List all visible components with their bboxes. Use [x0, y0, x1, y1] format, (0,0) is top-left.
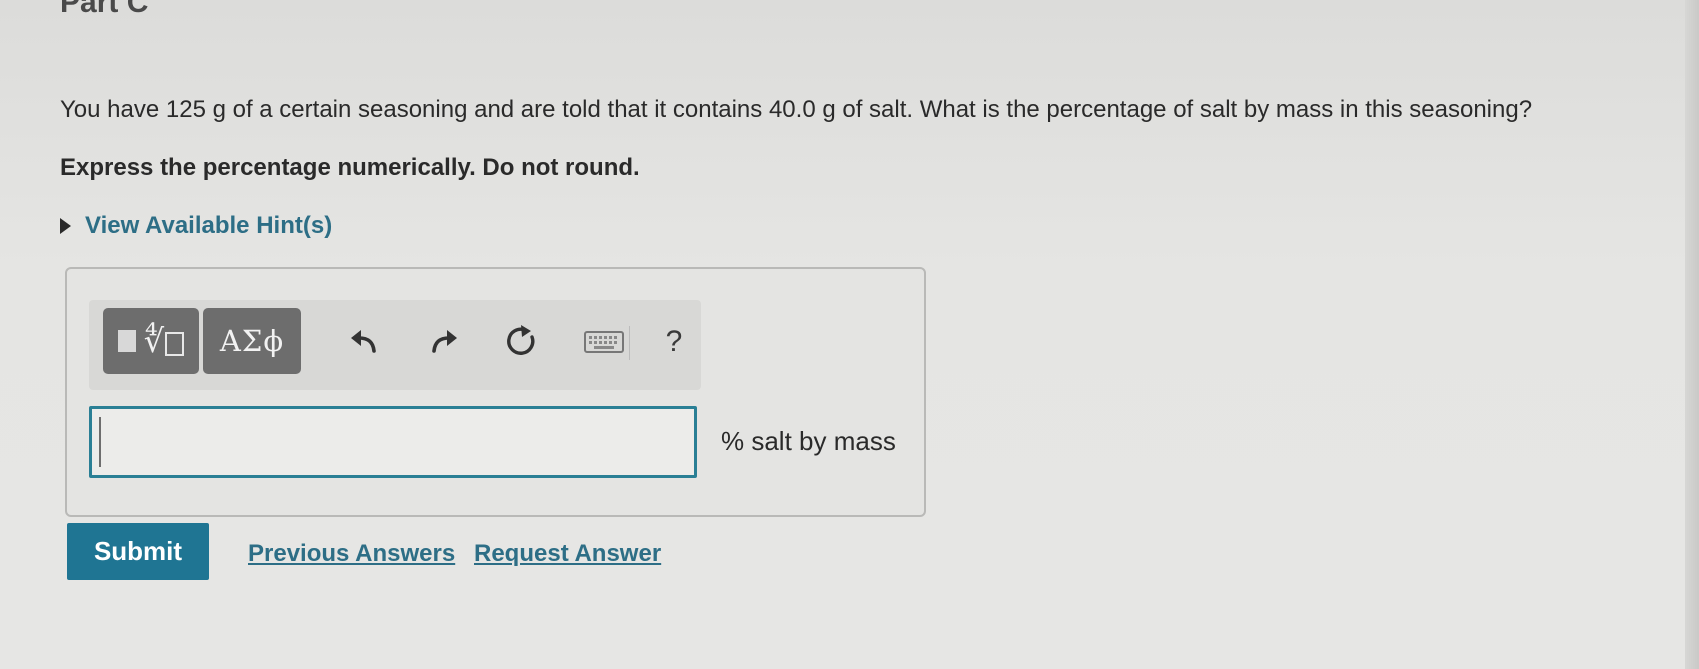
help-button[interactable]: ?	[649, 320, 699, 364]
keyboard-button[interactable]	[579, 320, 629, 364]
help-icon: ?	[665, 325, 683, 358]
view-hints-label: View Available Hint(s)	[85, 212, 333, 239]
greek-symbols-icon: ΑΣϕ	[219, 324, 285, 358]
answer-panel: ∜ ΑΣϕ ? % salt by mass	[65, 267, 926, 517]
answer-units: % salt by mass	[721, 426, 896, 456]
math-toolbar: ∜ ΑΣϕ ?	[89, 300, 701, 390]
undo-icon	[351, 330, 376, 353]
request-answer-link[interactable]: Request Answer	[474, 540, 661, 568]
redo-icon	[432, 330, 457, 353]
screen-edge	[1685, 0, 1699, 669]
keyboard-icon	[584, 331, 624, 353]
reset-button[interactable]	[497, 320, 547, 364]
previous-answers-link[interactable]: Previous Answers	[248, 540, 455, 568]
undo-button[interactable]	[339, 320, 389, 364]
redo-button[interactable]	[419, 320, 469, 364]
question-instruction: Express the percentage numerically. Do n…	[60, 154, 640, 181]
submit-button[interactable]: Submit	[67, 523, 209, 580]
part-title: Part C	[60, 0, 149, 19]
templates-icon: ∜	[117, 322, 185, 360]
view-hints-toggle[interactable]: View Available Hint(s)	[60, 212, 332, 240]
answer-input[interactable]	[89, 406, 697, 478]
caret-right-icon	[60, 218, 71, 234]
greek-symbols-button[interactable]: ΑΣϕ	[203, 308, 301, 374]
toolbar-divider	[629, 326, 630, 360]
reset-icon	[507, 325, 535, 355]
question-text: You have 125 g of a certain seasoning an…	[60, 96, 1533, 123]
templates-button[interactable]: ∜	[103, 308, 199, 374]
text-cursor	[99, 417, 101, 467]
